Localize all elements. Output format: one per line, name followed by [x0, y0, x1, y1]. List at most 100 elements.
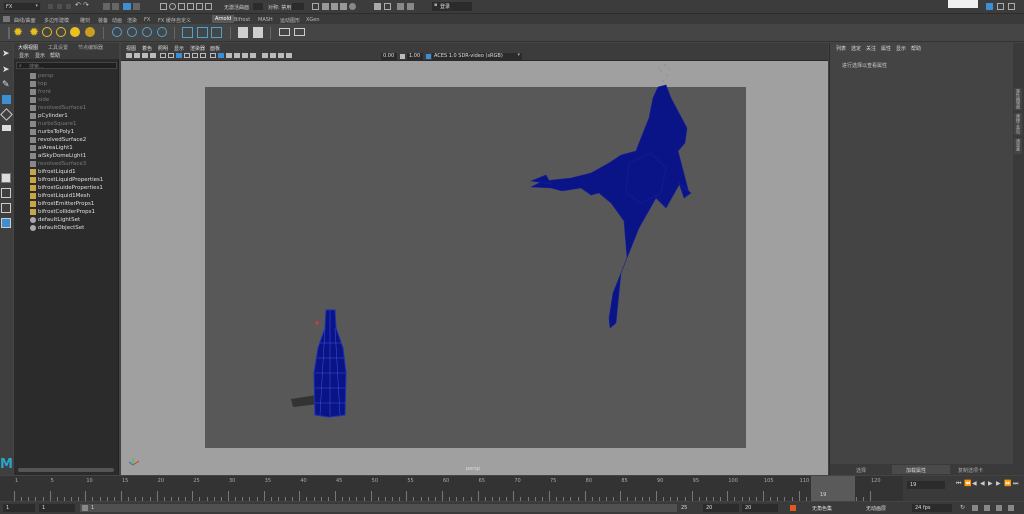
auto-key-icon[interactable] [996, 505, 1002, 511]
isolate-icon[interactable] [262, 53, 268, 58]
attribute-editor-menu-item[interactable]: 关注 [866, 45, 876, 52]
field-chart-icon[interactable] [192, 53, 198, 58]
shelf-tab[interactable]: 装备 [98, 17, 108, 24]
prefs-icon[interactable] [1008, 505, 1014, 511]
outliner-hscroll[interactable] [18, 468, 114, 472]
current-frame-field[interactable]: 19 [907, 481, 945, 489]
current-time-marker[interactable]: 19 [811, 476, 855, 501]
layout-side-icon[interactable] [1, 203, 11, 213]
outliner-item[interactable]: nurbsSquare1 [30, 120, 76, 128]
camera-select-icon[interactable] [126, 53, 132, 58]
step-back-frame-icon[interactable]: ◀ [972, 480, 977, 487]
wireframe-icon[interactable] [210, 53, 216, 58]
start-time-field[interactable]: 1 [3, 504, 35, 512]
attribute-editor-menu-item[interactable]: 列表 [836, 45, 846, 52]
shelf-tab[interactable]: FX [144, 17, 150, 23]
audio-icon[interactable] [972, 505, 978, 511]
new-scene-icon[interactable] [47, 3, 54, 10]
save-scene-icon[interactable] [65, 3, 72, 10]
sky-dome-icon[interactable] [70, 27, 80, 37]
lasso-icon[interactable] [133, 3, 140, 10]
go-to-start-icon[interactable]: ⏮ [956, 480, 961, 488]
outliner-item[interactable]: persp [30, 72, 54, 80]
character-set-label[interactable]: 无角色集 [812, 505, 832, 512]
snap-curve-icon[interactable] [169, 3, 176, 10]
select-button[interactable]: 选择 [856, 467, 866, 474]
arnold-tool-icon[interactable] [211, 27, 222, 38]
play-forward-icon[interactable]: ▶ [988, 480, 993, 487]
shelf-settings-icon[interactable] [3, 16, 10, 22]
layout-outliner-icon[interactable] [1, 218, 11, 228]
redo-icon[interactable]: ↷ [83, 1, 89, 9]
gamma-field[interactable]: 1.00 [407, 53, 423, 60]
curve-collector-icon[interactable] [142, 27, 152, 37]
outliner-item[interactable]: pCylinder1 [30, 112, 68, 120]
shelf-tab[interactable]: 运动图形 [280, 17, 300, 24]
hypershade-icon[interactable] [349, 3, 356, 10]
history-icon[interactable] [312, 3, 319, 10]
render-view-icon[interactable] [253, 27, 263, 38]
outliner-item[interactable]: bifrostColliderProps1 [30, 208, 95, 216]
rotate-tool-icon[interactable] [0, 108, 13, 121]
grid-icon[interactable] [160, 53, 166, 58]
volume-icon[interactable] [127, 27, 137, 37]
live-surface-field[interactable] [253, 3, 263, 10]
panel-layout2-icon[interactable] [1008, 3, 1015, 10]
area-light-icon[interactable] [42, 27, 52, 37]
gamma-icon[interactable] [400, 54, 405, 59]
shelf-tab[interactable]: FX 缓存 [158, 17, 176, 24]
film-gate-icon[interactable] [168, 53, 174, 58]
playback-start-field[interactable]: 1 [39, 504, 75, 512]
layout-single-icon[interactable] [1, 173, 11, 183]
outliner-item[interactable]: aiSkyDomeLight1 [30, 152, 86, 160]
color-space-dropdown[interactable]: ACES 1.0 SDR-video (sRGB) ▾ [432, 52, 522, 60]
bookmark-icon[interactable] [142, 53, 148, 58]
shelf-tab[interactable]: 雕刻 [80, 17, 90, 24]
symmetry-dropdown-field[interactable] [292, 3, 304, 10]
shelf-tab[interactable]: MASH [258, 17, 273, 23]
outliner-item[interactable]: defaultObjectSet [30, 224, 84, 232]
character-set-icon[interactable] [790, 505, 796, 511]
open-scene-icon[interactable] [56, 3, 63, 10]
shelf-tab[interactable]: 动画 [112, 17, 122, 24]
outliner-item[interactable]: bifrostLiquid1 [30, 168, 76, 176]
exposure-icon[interactable] [286, 53, 292, 58]
paint-select-icon[interactable]: ✎ [2, 80, 10, 90]
viewport-menu-item[interactable]: 视图 [126, 45, 136, 52]
channel-toggle-icon[interactable] [407, 3, 414, 10]
copy-tab-button[interactable]: 复制选项卡 [958, 467, 983, 474]
settings-icon[interactable] [986, 3, 993, 10]
tab-node-editor[interactable]: 节点编辑器 [78, 44, 103, 51]
snap-surface-icon[interactable] [196, 3, 203, 10]
standin-icon[interactable] [112, 27, 122, 37]
sun-light-icon[interactable]: ✹ [13, 25, 23, 39]
viewport-menu-item[interactable]: 渲染器 [190, 45, 205, 52]
side-tab-modeling-toolkit[interactable]: 建模工具包 [1014, 113, 1022, 135]
step-forward-frame-icon[interactable]: ▶ [996, 480, 1001, 487]
symmetry-label[interactable]: 对称: 禁用 [268, 4, 291, 11]
layout-four-icon[interactable] [1, 188, 11, 198]
textured-icon[interactable] [234, 53, 240, 58]
gate-mask-icon[interactable] [184, 53, 190, 58]
panel-layout-icon[interactable] [997, 3, 1004, 10]
shelf-tab[interactable]: 多边形建模 [44, 17, 69, 24]
attribute-editor-menu-item[interactable]: 帮助 [911, 45, 921, 52]
snap-point-icon[interactable] [178, 3, 185, 10]
shelf-tab[interactable]: Bifrost [234, 17, 250, 23]
tab-tool-settings[interactable]: 工具设置 [48, 44, 68, 51]
outliner-item[interactable]: revolvedSurface2 [30, 136, 86, 144]
playblast-icon[interactable] [294, 28, 305, 36]
window-controls[interactable] [948, 0, 978, 8]
viewport-menu-item[interactable]: 显示 [174, 45, 184, 52]
viewport-menu-item[interactable]: 面板 [210, 45, 220, 52]
photometric-light-icon[interactable] [85, 27, 95, 37]
point-light-icon[interactable]: ✹ [29, 25, 39, 39]
spot-light-icon[interactable] [56, 27, 66, 37]
shelf-tab[interactable]: 渲染 [127, 17, 137, 24]
viewer-icon[interactable] [279, 28, 290, 36]
outliner-item[interactable]: top [30, 80, 47, 88]
no-live-surface-label[interactable]: 无激活曲面 [224, 4, 249, 11]
outliner-item[interactable]: bifrostEmitterProps1 [30, 200, 94, 208]
export-ass-icon[interactable] [197, 27, 208, 38]
time-slider[interactable]: 1 5 10 15 20 25 30 35 40 45 50 55 60 65 70 75 80 85 90 95 10… [0, 476, 903, 501]
